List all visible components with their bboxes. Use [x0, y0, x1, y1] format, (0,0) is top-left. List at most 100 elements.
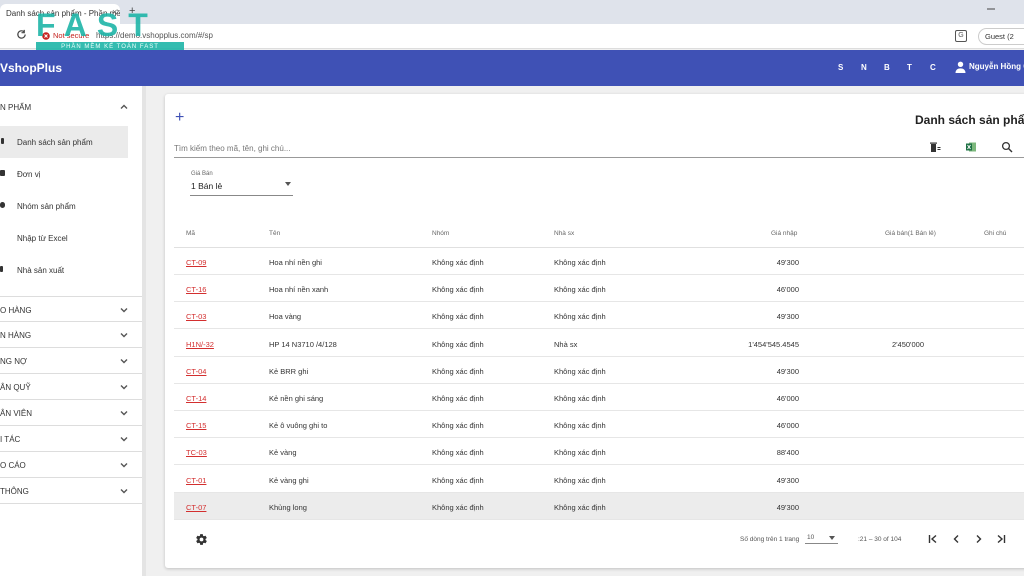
cell-code[interactable]: CT-07 — [186, 503, 206, 512]
cell-maker: Không xác định — [554, 448, 606, 458]
chevron-down-icon — [120, 333, 128, 338]
cell-code[interactable]: CT-01 — [186, 476, 206, 485]
cell-cost: 49'300 — [776, 312, 799, 322]
table-row[interactable]: CT-16 Hoa nhí nền xanh Không xác định Không… — [174, 275, 1024, 303]
cell-name: Kẻ ô vuông ghi to — [269, 421, 328, 431]
cell-code[interactable]: CT-16 — [186, 285, 206, 294]
col-cost[interactable]: Giá nhập — [771, 230, 797, 237]
sidebar-item-units[interactable]: Đơn vị — [0, 158, 128, 190]
delete-list-icon[interactable] — [929, 141, 941, 153]
sidebar-item-product-list[interactable]: Danh sách sản phẩm — [0, 126, 128, 158]
reload-icon[interactable] — [16, 29, 27, 40]
sidebar-group-5[interactable]: ÂN VIÊN — [0, 400, 142, 426]
rows-per-page-value: 10 — [807, 534, 815, 541]
cell-cost: 49'300 — [776, 366, 799, 376]
cell-code[interactable]: CT-04 — [186, 367, 206, 376]
cell-maker: Không xác định — [554, 312, 606, 322]
search-icon[interactable] — [1001, 141, 1013, 153]
product-list-card: + Danh sách sản phẩm Giá Bán 1 Bán lẻ Mã… — [165, 94, 1024, 568]
table-row[interactable]: CT-04 Kẻ BRR ghi Không xác định Không xác đ… — [174, 357, 1024, 384]
cell-cost: 49'300 — [776, 258, 799, 267]
previous-page-icon[interactable] — [950, 533, 962, 545]
cell-maker: Không xác định — [554, 366, 606, 376]
chevron-down-icon — [120, 359, 128, 364]
table-row[interactable]: H1N/-32 HP 14 N3710 /4/128 Không xác định N… — [174, 330, 1024, 357]
sidebar-group-label: N PHẨM — [0, 103, 32, 112]
last-page-icon[interactable] — [995, 533, 1007, 545]
sidebar-item-product-groups[interactable]: Nhóm sản phẩm — [0, 190, 128, 222]
header-link-c[interactable]: C — [930, 63, 936, 72]
cell-maker: Không xác định — [554, 285, 606, 295]
table-row[interactable]: CT-07 Khủng long Không xác định Không xác đ… — [174, 492, 1024, 520]
cell-group: Không xác định — [432, 394, 484, 403]
first-page-icon[interactable] — [927, 533, 939, 545]
sidebar-item-manufacturers[interactable]: Nhà sản xuất — [0, 254, 128, 286]
cell-code[interactable]: TC-03 — [186, 448, 207, 457]
translate-icon[interactable]: G — [955, 30, 967, 42]
col-name[interactable]: Tên — [269, 230, 280, 237]
dropdown-arrow-icon — [829, 536, 835, 540]
sidebar-group-8[interactable]: THÔNG — [0, 478, 142, 504]
table-row[interactable]: CT-15 Kẻ ô vuông ghi to Không xác định Khôn… — [174, 411, 1024, 439]
col-maker[interactable]: Nhà sx — [554, 230, 574, 237]
header-link-b[interactable]: B — [884, 63, 890, 72]
table-row[interactable]: CT-01 Kẻ vàng ghi Không xác định Không xác … — [174, 466, 1024, 493]
guest-profile-button[interactable]: Guest (2 — [978, 28, 1024, 45]
cell-code[interactable]: CT-14 — [186, 394, 206, 403]
cell-name: Hoa vàng — [269, 312, 302, 322]
cell-code[interactable]: H1N/-32 — [186, 340, 214, 349]
table-row[interactable]: TC-03 Kẻ vàng Không xác định Không xác định… — [174, 438, 1024, 466]
chevron-down-icon — [120, 489, 128, 494]
cell-cost: 46'000 — [776, 285, 799, 295]
header-link-n[interactable]: N — [861, 63, 867, 72]
minimize-icon[interactable] — [986, 4, 996, 14]
sidebar-item-import-excel[interactable]: Nhập từ Excel — [0, 222, 128, 254]
cell-code[interactable]: CT-09 — [186, 258, 206, 267]
guest-label: Guest (2 — [985, 32, 1014, 41]
cell-group: Không xác định — [432, 448, 484, 458]
sidebar-group-7[interactable]: O CÁO — [0, 452, 142, 478]
cell-name: Kẻ BRR ghi — [269, 366, 309, 376]
user-name[interactable]: Nguyễn Hồng G — [969, 62, 1024, 71]
brand-logo[interactable]: VshopPlus — [0, 61, 62, 75]
cell-cost: 49'300 — [776, 502, 799, 512]
dropdown-arrow-icon — [285, 182, 291, 186]
table-row[interactable]: CT-09 Hoa nhí nền ghi Không xác định Không … — [174, 248, 1024, 275]
table-row[interactable]: CT-03 Hoa vàng Không xác định Không xác địn… — [174, 302, 1024, 330]
list-icon — [1, 138, 4, 144]
col-note[interactable]: Ghi chú — [984, 230, 1006, 237]
chevron-up-icon — [120, 104, 128, 109]
header-link-s[interactable]: S — [838, 63, 843, 72]
add-product-button[interactable]: + — [175, 110, 184, 126]
col-code[interactable]: Mã — [186, 230, 195, 237]
sidebar-group-label: N HÀNG — [0, 331, 32, 340]
cell-group: Không xác định — [432, 258, 484, 267]
search-input[interactable] — [174, 140, 1024, 158]
sidebar-group-products[interactable]: N PHẨM — [0, 94, 142, 120]
price-type-select[interactable]: Giá Bán 1 Bán lẻ — [190, 170, 293, 196]
sidebar-group-4[interactable]: ÂN QUỸ — [0, 374, 142, 400]
excel-icon[interactable] — [965, 141, 977, 153]
sidebar-group-1[interactable]: O HÀNG — [0, 296, 142, 322]
user-icon[interactable] — [955, 61, 966, 73]
cell-name: Hoa nhí nền ghi — [269, 258, 322, 267]
cell-group: Không xác định — [432, 475, 484, 485]
cell-code[interactable]: CT-15 — [186, 421, 206, 430]
chevron-down-icon — [120, 385, 128, 390]
cell-code[interactable]: CT-03 — [186, 312, 206, 321]
sidebar-group-6[interactable]: I TÁC — [0, 426, 142, 452]
cell-maker: Không xác định — [554, 475, 606, 485]
cell-maker: Không xác định — [554, 421, 606, 431]
col-price[interactable]: Giá bán(1 Bán lẻ) — [885, 230, 936, 237]
rows-per-page-select[interactable]: 10 — [805, 530, 838, 544]
settings-gear-icon[interactable] — [195, 533, 208, 546]
cell-group: Không xác định — [432, 339, 484, 349]
unit-icon — [0, 170, 5, 176]
sidebar-group-label: NG NỢ — [0, 357, 27, 366]
sidebar-group-2[interactable]: N HÀNG — [0, 322, 142, 348]
col-group[interactable]: Nhóm — [432, 230, 449, 237]
sidebar-group-3[interactable]: NG NỢ — [0, 348, 142, 374]
header-link-t[interactable]: T — [907, 63, 912, 72]
table-row[interactable]: CT-14 Kẻ nền ghi sáng Không xác định Không … — [174, 384, 1024, 411]
next-page-icon[interactable] — [973, 533, 985, 545]
